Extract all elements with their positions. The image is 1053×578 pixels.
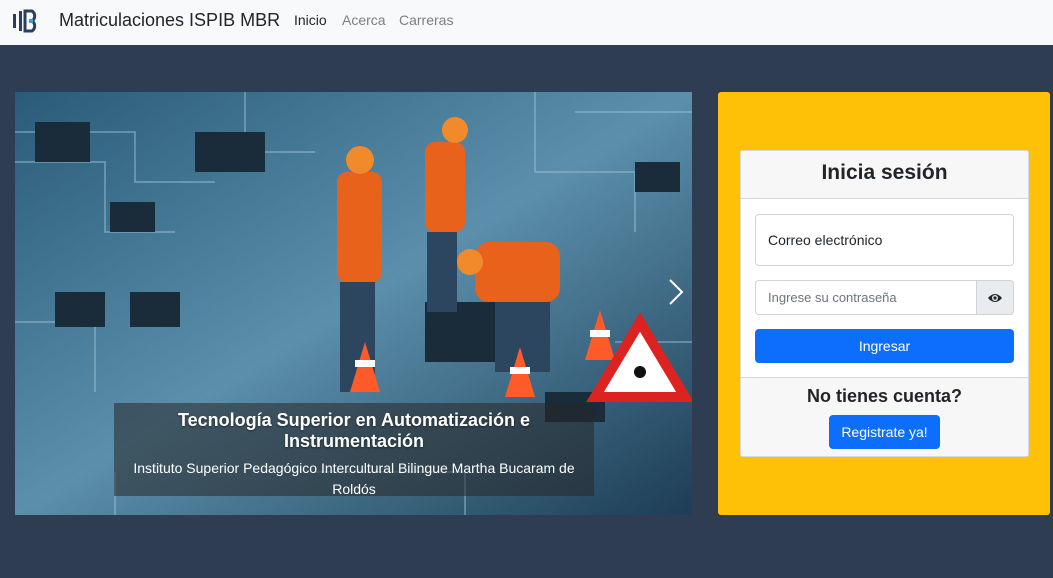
nav-link-inicio[interactable]: Inicio [294, 12, 327, 28]
login-panel: Inicia sesión Ingresar No tienes cuenta?… [718, 92, 1050, 515]
nav-link-acerca[interactable]: Acerca [342, 12, 386, 28]
toggle-password-button[interactable] [976, 280, 1014, 315]
no-account-text: No tienes cuenta? [806, 386, 963, 406]
login-title: Inicia sesión [741, 151, 1028, 199]
nav-link-carreras[interactable]: Carreras [399, 12, 453, 28]
navbar: Matriculaciones ISPIB MBR Inicio Acerca … [0, 0, 1053, 45]
password-group [755, 280, 1014, 315]
chevron-right-icon[interactable] [662, 272, 692, 312]
carousel-caption: Tecnología Superior en Automatización e … [114, 403, 594, 497]
login-card: Inicia sesión Ingresar No tienes cuenta?… [740, 150, 1029, 457]
register-button[interactable]: Registrate ya! [829, 415, 940, 449]
hero-carousel: Tecnología Superior en Automatización e … [15, 92, 692, 515]
brand-logo-icon[interactable] [12, 8, 40, 34]
caption-subtitle: Instituto Superior Pedagógico Intercultu… [133, 460, 575, 497]
caption-title: Tecnología Superior en Automatización e … [177, 410, 531, 451]
email-input[interactable] [755, 214, 1014, 266]
brand-title[interactable]: Matriculaciones ISPIB MBR [59, 10, 280, 31]
password-input[interactable] [755, 280, 976, 315]
login-card-footer: No tienes cuenta? Registrate ya! [741, 377, 1028, 456]
login-submit-button[interactable]: Ingresar [755, 329, 1014, 363]
eye-icon [988, 293, 1002, 302]
